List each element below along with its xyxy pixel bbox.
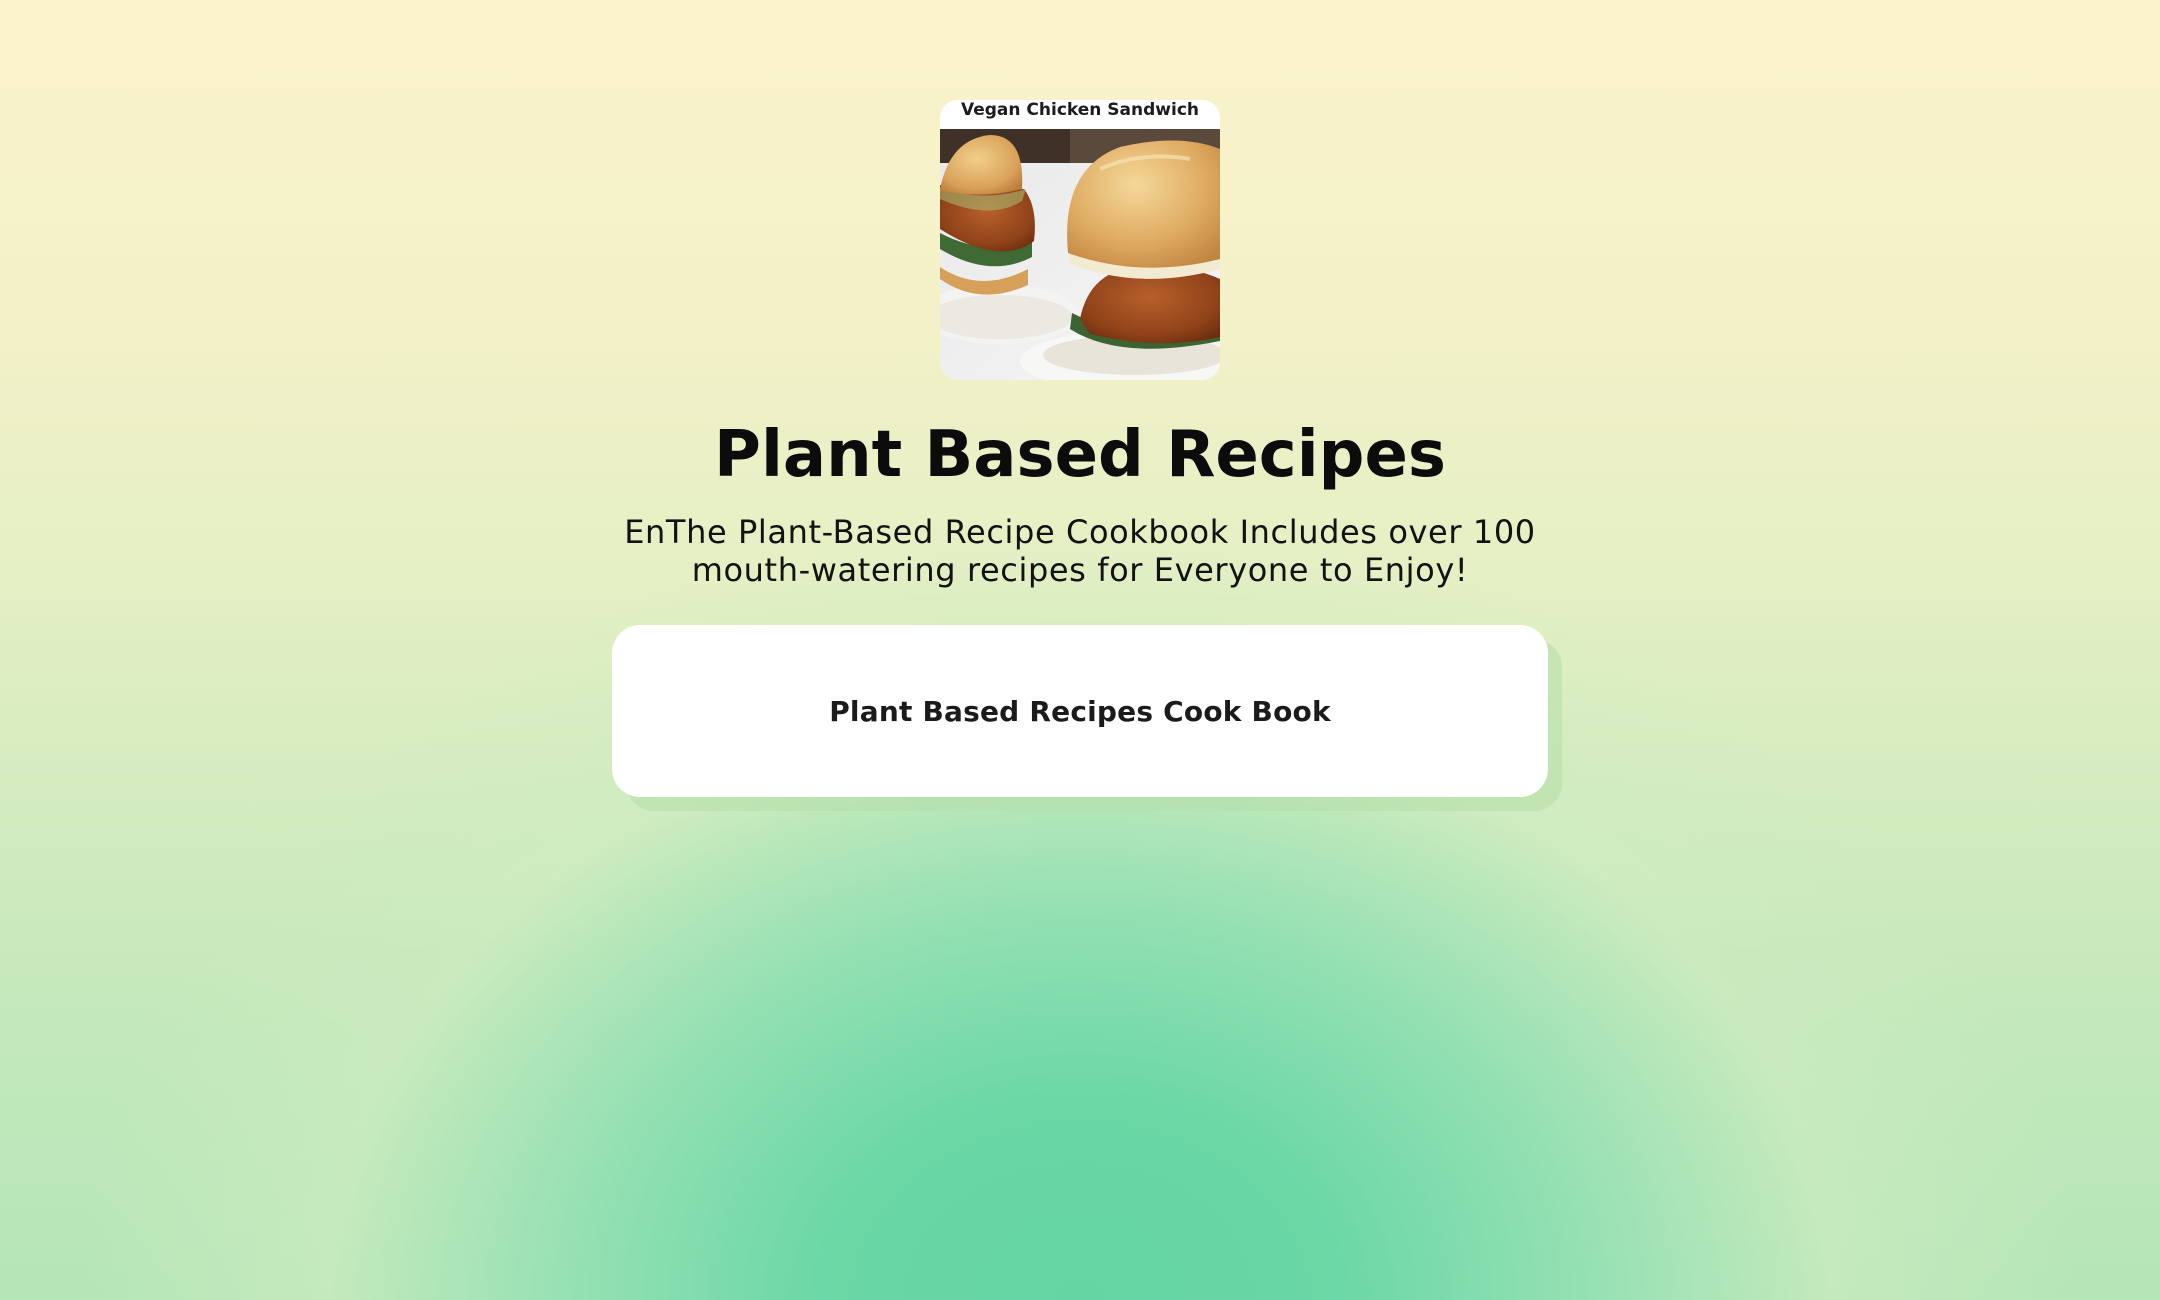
profile-bio: EnThe Plant-Based Recipe Cookbook Includ… xyxy=(624,513,1536,589)
cookbook-link-button[interactable]: Plant Based Recipes Cook Book xyxy=(612,625,1548,797)
profile-avatar: Vegan Chicken Sandwich xyxy=(940,100,1220,380)
link-button-label: Plant Based Recipes Cook Book xyxy=(829,694,1331,728)
profile-page: Vegan Chicken Sandwich Plant Based Recip… xyxy=(0,0,2160,1300)
avatar-caption: Vegan Chicken Sandwich xyxy=(940,100,1220,130)
page-title: Plant Based Recipes xyxy=(714,418,1446,492)
sandwich-photo-icon xyxy=(940,129,1220,380)
link-card: Plant Based Recipes Cook Book xyxy=(612,625,1562,811)
